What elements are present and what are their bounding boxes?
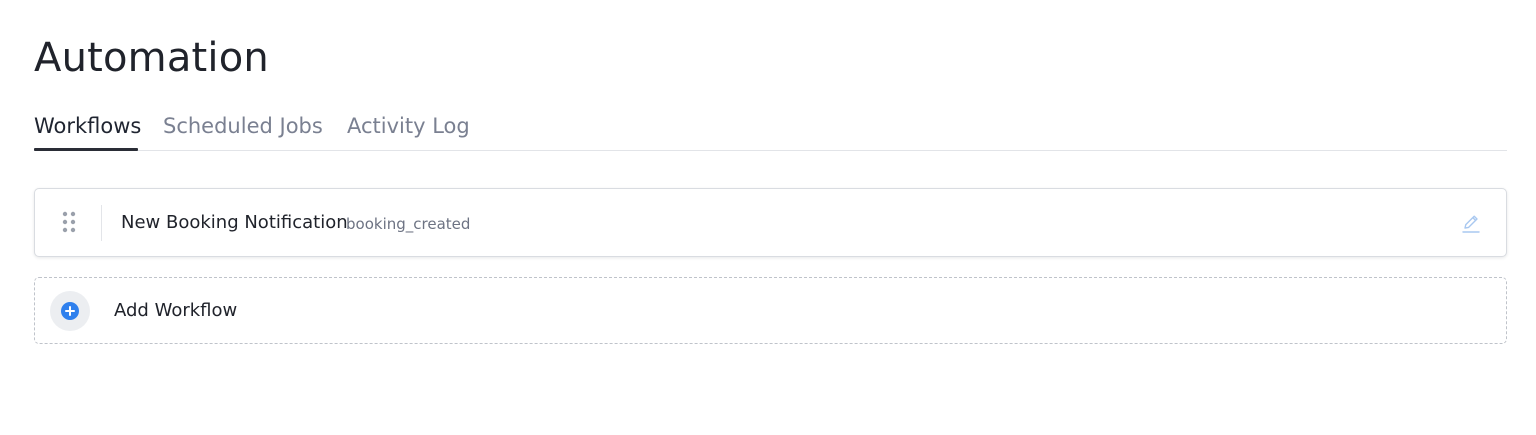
- add-workflow-label: Add Workflow: [114, 300, 238, 321]
- card-divider: [101, 205, 102, 241]
- tab-bar: Workflows Scheduled Jobs Activity Log: [34, 106, 1507, 151]
- tab-scheduled-jobs[interactable]: Scheduled Jobs: [163, 106, 323, 150]
- workflow-name: New Booking Notification: [121, 212, 348, 233]
- tab-activity-log[interactable]: Activity Log: [347, 106, 470, 150]
- workflow-item[interactable]: New Booking Notification booking_created: [34, 188, 1507, 257]
- page-title: Automation: [34, 35, 269, 81]
- plus-circle-icon: [61, 302, 79, 320]
- drag-handle-icon[interactable]: [57, 205, 81, 239]
- add-icon-background: [50, 291, 90, 331]
- tab-workflows[interactable]: Workflows: [34, 106, 141, 151]
- pencil-icon[interactable]: [1459, 211, 1483, 235]
- workflow-trigger: booking_created: [346, 215, 471, 233]
- add-workflow-button[interactable]: Add Workflow: [34, 277, 1507, 344]
